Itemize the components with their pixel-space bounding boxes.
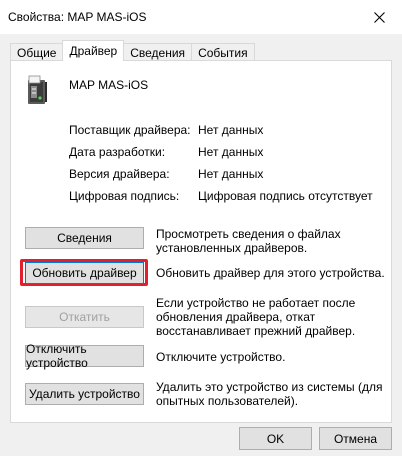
driver-version-value: Нет данных xyxy=(198,167,264,181)
tab-driver[interactable]: Драйвер xyxy=(62,40,125,61)
update-driver-description: Обновить драйвер для этого устройства. xyxy=(156,266,385,280)
tab-details[interactable]: Сведения xyxy=(123,43,193,61)
window-title: Свойства: MAP MAS-iOS xyxy=(8,10,147,24)
tab-strip: Общие Драйвер Сведения События xyxy=(10,40,255,61)
disable-device-description: Отключите устройство. xyxy=(156,350,286,364)
roll-back-driver-button[interactable]: Откатить xyxy=(25,306,144,328)
tab-events[interactable]: События xyxy=(191,43,255,61)
driver-provider-label: Поставщик драйвера: xyxy=(69,123,191,137)
digital-signer-value: Цифровая подпись отсутствует xyxy=(198,189,373,203)
driver-date-label: Дата разработки: xyxy=(69,145,166,159)
tab-general[interactable]: Общие xyxy=(10,43,64,61)
title-bar: Свойства: MAP MAS-iOS xyxy=(0,0,402,34)
properties-dialog: Свойства: MAP MAS-iOS Общие Драйвер Свед… xyxy=(0,0,402,456)
driver-details-button[interactable]: Сведения xyxy=(25,227,144,249)
ok-button[interactable]: OK xyxy=(239,427,312,450)
driver-version-label: Версия драйвера: xyxy=(69,167,170,181)
driver-details-description: Просмотреть сведения о файлах установлен… xyxy=(156,227,341,255)
digital-signer-label: Цифровая подпись: xyxy=(69,189,180,203)
uninstall-device-description: Удалить это устройство из системы (для о… xyxy=(156,380,383,408)
roll-back-driver-description: Если устройство не работает после обновл… xyxy=(156,296,356,338)
close-icon xyxy=(373,11,385,23)
driver-tab-panel: MAP MAS-iOS Поставщик драйвера: Нет данн… xyxy=(10,60,392,423)
driver-provider-value: Нет данных xyxy=(198,123,264,137)
update-driver-button[interactable]: Обновить драйвер xyxy=(25,262,144,284)
close-button[interactable] xyxy=(356,0,402,34)
driver-date-value: Нет данных xyxy=(198,145,264,159)
cancel-button[interactable]: Отмена xyxy=(319,427,392,450)
device-name: MAP MAS-iOS xyxy=(69,78,149,92)
device-icon xyxy=(28,75,47,104)
uninstall-device-button[interactable]: Удалить устройство xyxy=(25,383,144,405)
disable-device-button[interactable]: Отключить устройство xyxy=(25,342,144,370)
